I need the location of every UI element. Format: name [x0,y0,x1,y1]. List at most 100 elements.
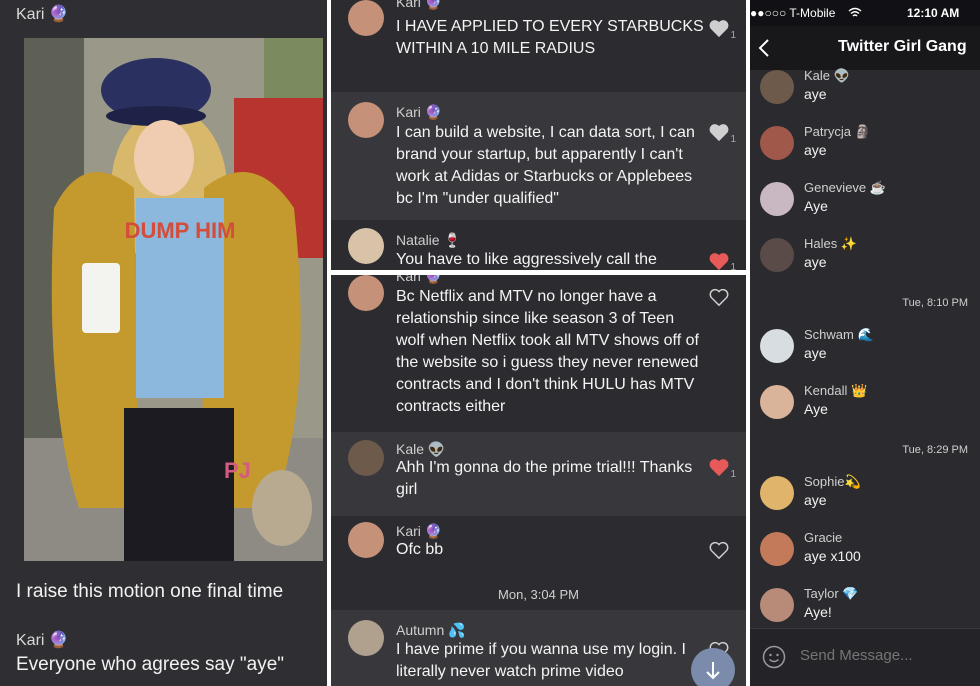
sender-name: Kale 👽 [804,68,850,83]
back-chevron-icon[interactable] [758,38,770,58]
sender-name: Taylor 💎 [804,586,859,601]
chat-panel-starbucks: Kari 🔮 I HAVE APPLIED TO EVERY STARBUCKS… [331,0,746,270]
avatar[interactable] [348,522,384,558]
avatar[interactable] [348,440,384,476]
message-row: Kari 🔮 Bc Netflix and MTV no longer have… [331,275,746,432]
sender-name: Sophie💫 [804,474,861,489]
avatar[interactable] [348,102,384,138]
photo-attachment[interactable]: DUMP HIM PJ [24,38,323,561]
avatar[interactable] [760,126,794,160]
sender-name: Autumn 💦 [396,622,466,638]
like-count: 1 [730,262,736,270]
message-text: Ahh I'm gonna do the prime trial!!! Than… [396,459,693,498]
arrow-down-icon [706,662,720,680]
chat-item: Kendall 👑 Aye [750,383,980,435]
pants-text: PJ [224,458,251,483]
shirt-text: DUMP HIM [125,218,236,243]
status-bar: ●●○○○ T-Mobile 12:10 AM [750,0,980,26]
message-text: Bc Netflix and MTV no longer have a rela… [396,288,699,415]
message-text: I can build a website, I can data sort, … [396,124,695,207]
avatar[interactable] [760,588,794,622]
avatar[interactable] [760,329,794,363]
heart-liked-icon[interactable] [708,457,730,477]
message-text: Aye [804,401,828,417]
clock: 12:10 AM [907,6,960,20]
heart-liked-icon[interactable] [708,251,730,270]
message-row: Kari 🔮 I HAVE APPLIED TO EVERY STARBUCKS… [331,0,746,92]
sender-name: Kari 🔮 [396,275,443,284]
emoji-icon[interactable] [762,645,786,669]
avatar[interactable] [760,182,794,216]
like-count: 1 [730,469,736,480]
photo-image: DUMP HIM PJ [24,38,323,561]
message-text: You have to like aggressively call the [396,251,657,268]
sender-name: Kari 🔮 [396,523,443,539]
avatar[interactable] [348,0,384,36]
heart-outline-icon[interactable] [708,540,730,560]
chat-item: Sophie💫 aye [750,474,980,526]
date-divider: Mon, 3:04 PM [498,587,579,602]
message-text: Aye! [804,604,832,620]
carrier-label: ●●○○○ T-Mobile [750,6,836,20]
message-text: aye [804,254,827,270]
sender-name: Patrycja 🗿 [804,124,871,139]
heart-icon[interactable] [708,122,730,142]
avatar[interactable] [760,476,794,510]
chat-item: Schwam 🌊 aye [750,327,980,379]
chat-panel-netflix: Kari 🔮 Bc Netflix and MTV no longer have… [331,275,746,686]
message-row: Natalie 🍷 You have to like aggressively … [331,220,746,270]
sender-name: Kari 🔮 [16,6,69,23]
sender-name: Kale 👽 [396,441,446,457]
sender-name: Genevieve ☕ [804,180,886,195]
sender-name: Schwam 🌊 [804,327,874,342]
avatar[interactable] [760,385,794,419]
chat-item: Genevieve ☕ Aye [750,180,980,232]
chat-panel-group: ●●○○○ T-Mobile 12:10 AM Twitter Girl Gan… [750,0,980,686]
message-text: Aye [804,198,828,214]
chat-item: Gracie aye x100 [750,530,980,582]
avatar[interactable] [760,238,794,272]
message-text: aye [804,345,827,361]
message-text: I raise this motion one final time [16,581,284,602]
date-divider: Tue, 8:10 PM [902,297,968,309]
sender-name: Kari 🔮 [396,104,443,120]
avatar[interactable] [348,620,384,656]
scroll-down-button[interactable] [691,648,735,686]
message-row: Kari 🔮 I can build a website, I can data… [331,92,746,220]
like-count: 1 [730,134,736,145]
like-count: 1 [730,30,736,41]
avatar[interactable] [760,70,794,104]
avatar[interactable] [760,532,794,566]
sender-name: Natalie 🍷 [396,232,461,248]
sender-name: Hales ✨ [804,236,858,251]
sender-name: Kendall 👑 [804,383,868,398]
message-row: Kale 👽 Ahh I'm gonna do the prime trial!… [331,432,746,516]
sender-name: Gracie [804,530,843,545]
message-text: aye x100 [804,548,861,564]
message-row: Kari 🔮 Ofc bb [331,516,746,576]
sender-name: Kari 🔮 [396,0,443,10]
chat-panel-photo: Kari 🔮 DUMP HIM PJ I raise this motion o… [0,0,327,686]
chat-item: Kale 👽 aye [750,68,980,120]
chat-title: Twitter Girl Gang [838,38,967,55]
message-composer [750,628,980,686]
sender-name: Kari 🔮 [16,632,69,649]
avatar[interactable] [348,228,384,264]
message-text: Ofc bb [396,541,444,558]
message-text: I HAVE APPLIED TO EVERY STARBUCKS WITHIN… [396,18,704,57]
message-text: aye [804,86,827,102]
chat-item: Hales ✨ aye [750,236,980,288]
nav-bar: Twitter Girl Gang [750,26,980,70]
message-text: aye [804,492,827,508]
message-text: aye [804,142,827,158]
heart-icon[interactable] [708,18,730,38]
wifi-icon [848,7,862,17]
chat-item: Patrycja 🗿 aye [750,124,980,176]
heart-outline-icon[interactable] [708,287,730,307]
message-text: Everyone who agrees say "aye" [16,654,285,675]
message-text: I have prime if you wanna use my login. … [396,641,686,680]
date-divider: Tue, 8:29 PM [902,444,968,456]
avatar[interactable] [348,275,384,311]
message-input[interactable] [800,647,970,664]
message-row: Autumn 💦 I have prime if you wanna use m… [331,610,746,686]
